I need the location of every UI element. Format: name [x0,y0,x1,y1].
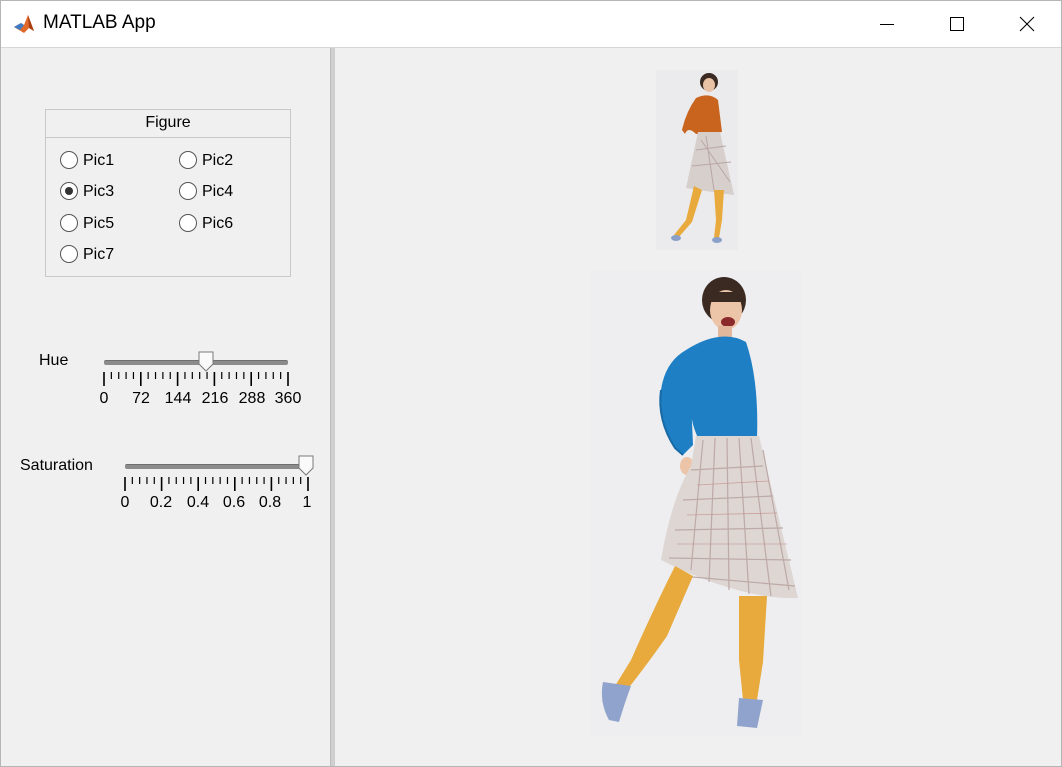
title-bar: MATLAB App [1,1,1061,48]
saturation-slider-thumb[interactable] [298,455,314,477]
image-panel [335,48,1061,766]
radio-circle-pic2[interactable] [179,151,197,169]
close-icon [1019,16,1035,32]
radio-circle-pic5[interactable] [60,214,78,232]
app-window: MATLAB App Figure Pic1 Pic2 Pic3 Pic4 Pi… [0,0,1062,767]
saturation-tick-label: 1 [302,494,312,511]
maximize-button[interactable] [922,1,992,47]
radio-label-pic5: Pic5 [83,215,115,232]
hue-label: Hue [39,352,69,369]
radio-circle-pic6[interactable] [179,214,197,232]
saturation-tick-label: 0.8 [258,494,282,511]
saturation-tick-label: 0.6 [222,494,246,511]
saturation-slider-track[interactable] [125,464,308,469]
hue-tick-label: 0 [99,390,109,407]
hue-ticks [103,372,289,386]
maximize-icon [950,17,964,31]
radio-circle-pic1[interactable] [60,151,78,169]
saturation-ticks [124,477,309,491]
original-image [656,70,738,250]
radio-circle-pic3[interactable] [60,182,78,200]
matlab-logo-icon [13,13,35,35]
radio-label-pic2: Pic2 [202,152,234,169]
radio-label-pic3: Pic3 [83,183,115,200]
minimize-icon [880,24,894,25]
hue-tick-label: 216 [201,390,229,407]
radio-label-pic6: Pic6 [202,215,234,232]
minimize-button[interactable] [852,1,922,47]
hue-tick-label: 144 [164,390,192,407]
radio-circle-pic7[interactable] [60,245,78,263]
hue-tick-label: 72 [132,390,150,407]
control-panel: Figure Pic1 Pic2 Pic3 Pic4 Pic5 Pic6 Pic… [3,48,330,764]
adjusted-image [591,270,802,736]
radio-label-pic7: Pic7 [83,246,115,263]
saturation-tick-label: 0.4 [186,494,210,511]
saturation-label: Saturation [20,457,93,474]
radio-circle-pic4[interactable] [179,182,197,200]
radio-label-pic1: Pic1 [83,152,115,169]
figure-button-group: Figure Pic1 Pic2 Pic3 Pic4 Pic5 Pic6 Pic… [45,109,291,277]
saturation-tick-label: 0 [120,494,130,511]
hue-tick-label: 288 [238,390,266,407]
hue-slider-track[interactable] [104,360,288,365]
figure-group-title: Figure [46,110,290,138]
radio-label-pic4: Pic4 [202,183,234,200]
close-button[interactable] [992,1,1062,47]
window-title: MATLAB App [43,12,156,33]
hue-tick-label: 360 [274,390,302,407]
saturation-tick-label: 0.2 [149,494,173,511]
